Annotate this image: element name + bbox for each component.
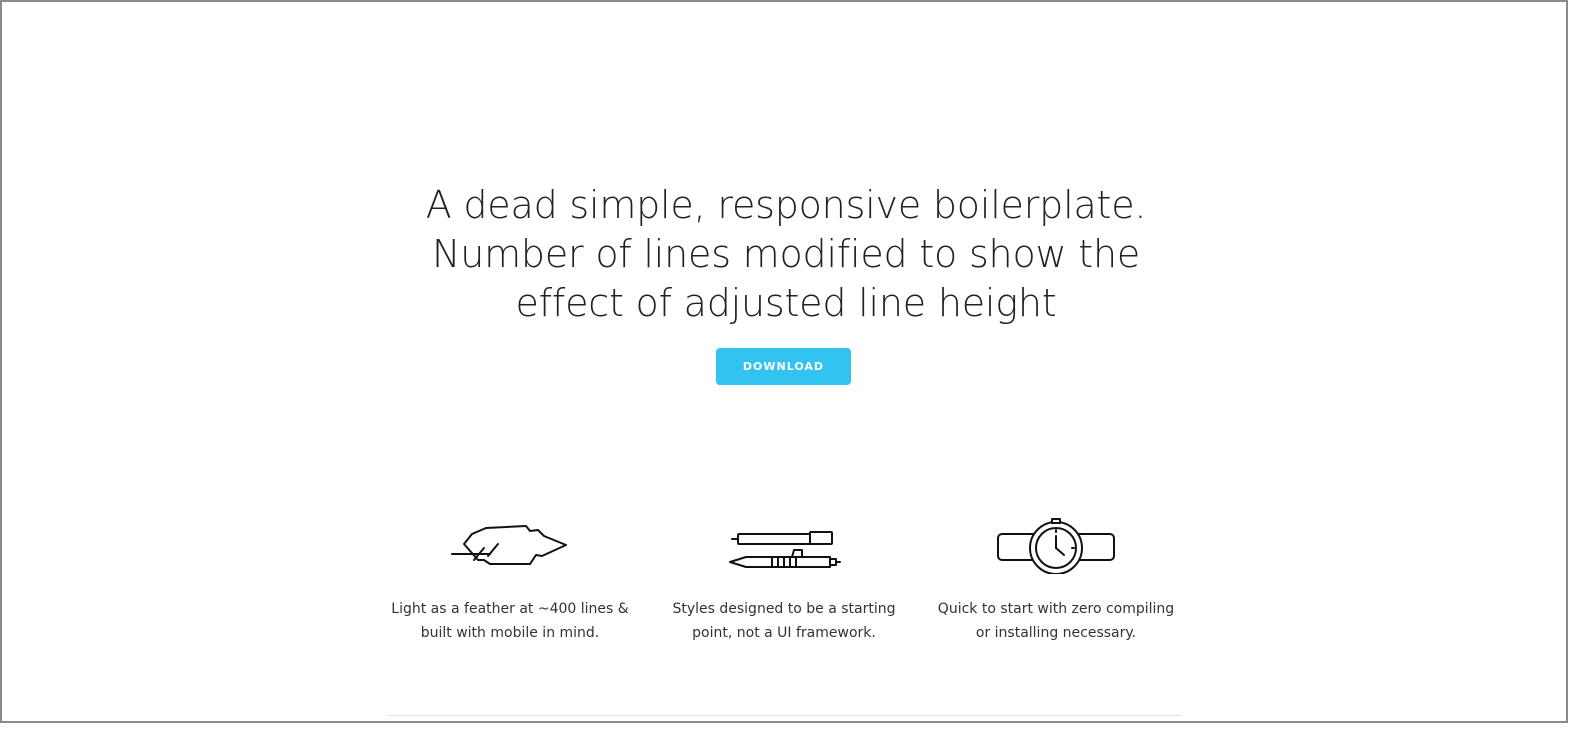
feature-2-line-1: Styles designed to be a starting bbox=[672, 601, 896, 617]
page-frame: A dead simple, responsive boilerplate. N… bbox=[0, 0, 1568, 723]
download-button[interactable]: DOWNLOAD bbox=[716, 348, 851, 385]
pens-icon bbox=[729, 531, 841, 568]
hero-title-line-3: effect of adjusted line height bbox=[515, 281, 1057, 325]
section-divider bbox=[388, 715, 1182, 716]
hero-title-line-2: Number of lines modified to show the bbox=[431, 232, 1141, 276]
feature-3-line-1: Quick to start with zero compiling bbox=[937, 601, 1175, 617]
feature-1-line-2: built with mobile in mind. bbox=[420, 625, 600, 641]
feature-2-line-2: point, not a UI framework. bbox=[692, 625, 876, 641]
feather-icon bbox=[451, 525, 567, 565]
feature-styles: Styles designed to be a starting point, … bbox=[644, 522, 924, 645]
hero-title: A dead simple, responsive boilerplate. N… bbox=[2, 181, 1566, 328]
feature-lightweight: Light as a feather at ~400 lines & built… bbox=[370, 522, 650, 645]
feature-3-line-2: or installing necessary. bbox=[975, 625, 1137, 641]
feature-1-line-1: Light as a feather at ~400 lines & bbox=[391, 601, 629, 617]
feature-quick-start: Quick to start with zero compiling or in… bbox=[916, 518, 1196, 645]
hero-title-line-1: A dead simple, responsive boilerplate. bbox=[425, 183, 1147, 227]
watch-icon bbox=[997, 518, 1115, 574]
